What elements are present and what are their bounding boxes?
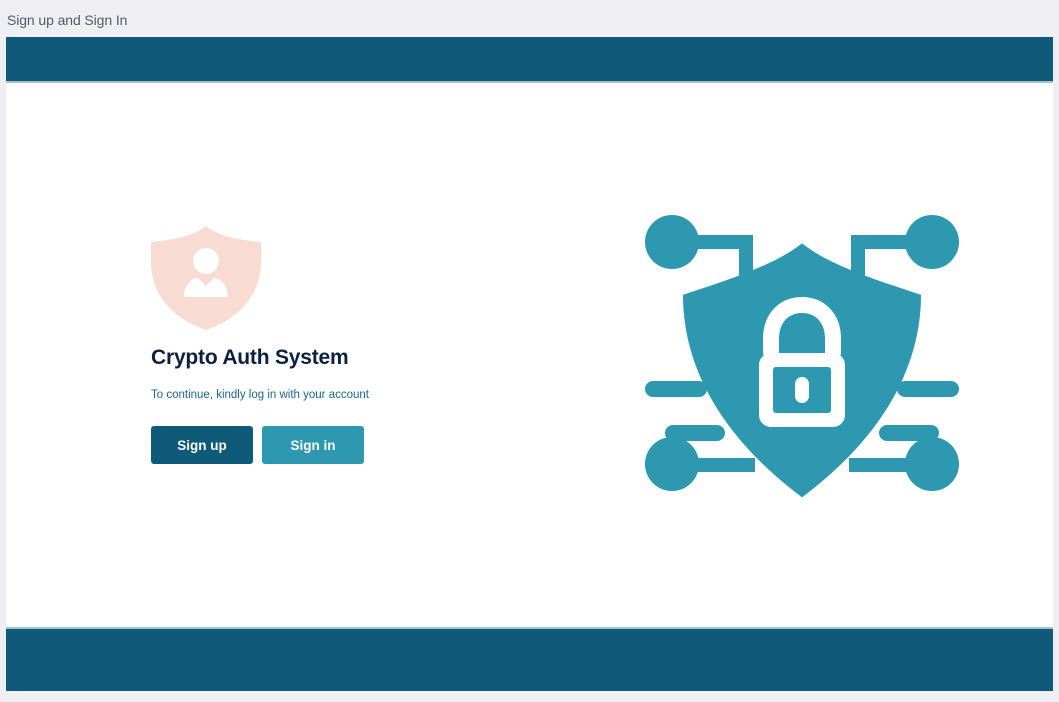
app-frame: Crypto Auth System To continue, kindly l… [6, 37, 1053, 691]
header-bar [6, 37, 1053, 83]
signin-button[interactable]: Sign in [262, 426, 364, 464]
signup-button[interactable]: Sign up [151, 426, 253, 464]
user-shield-icon [151, 226, 261, 330]
window-title: Sign up and Sign In [7, 12, 128, 28]
subtitle: To continue, kindly log in with your acc… [151, 389, 369, 401]
auth-buttons: Sign up Sign in [151, 426, 471, 464]
shield-lock-circuit-icon [645, 215, 959, 498]
app-title: Crypto Auth System [151, 346, 349, 369]
hero-section: Crypto Auth System To continue, kindly l… [151, 224, 471, 464]
footer-bar [6, 627, 1053, 691]
